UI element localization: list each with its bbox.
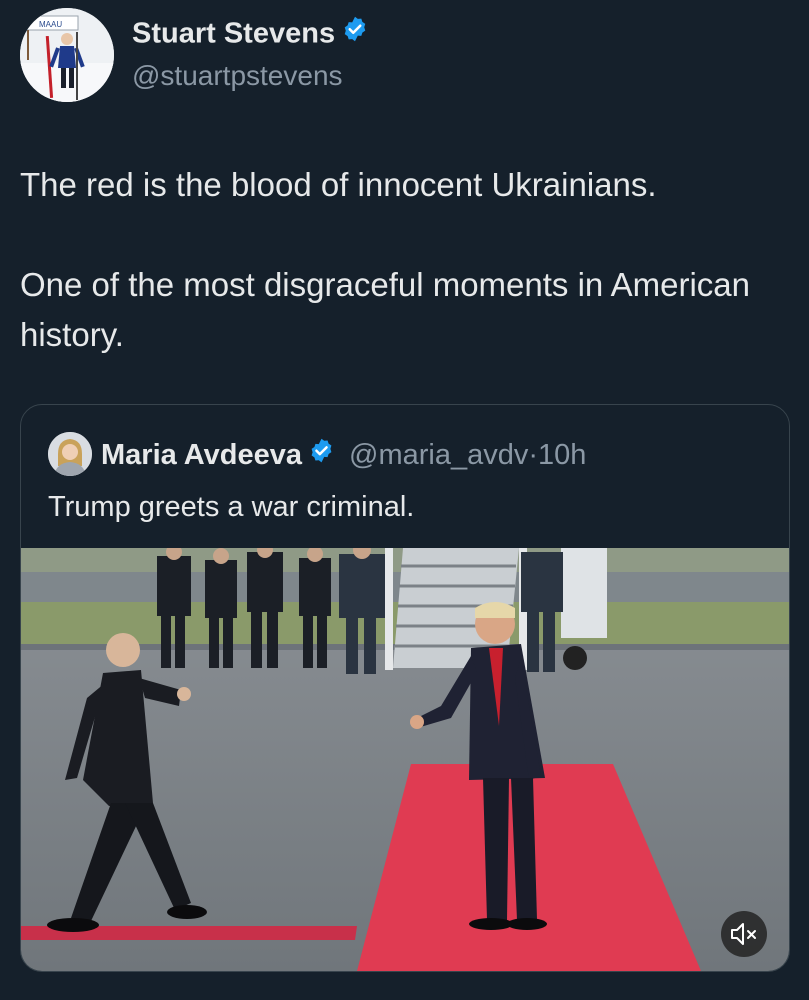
mute-button[interactable]: [721, 911, 767, 957]
tweet-text: The red is the blood of innocent Ukraini…: [20, 160, 790, 360]
author-handle[interactable]: @stuartpstevens: [132, 60, 343, 92]
profile-photo-woman-icon: [48, 432, 92, 476]
video-frame: [21, 541, 789, 971]
speaker-muted-icon: [731, 923, 756, 945]
quoted-author-name[interactable]: Maria Avdeeva: [101, 439, 302, 471]
quoted-tweet-header: Maria Avdeeva @maria_avdv·10h: [101, 437, 586, 474]
quoted-video[interactable]: [21, 541, 789, 971]
quoted-author-handle[interactable]: @maria_avdv: [349, 439, 528, 471]
quoted-tweet-card[interactable]: Maria Avdeeva @maria_avdv·10h Trump gree…: [20, 404, 790, 972]
author-name-text[interactable]: Stuart Stevens: [132, 18, 335, 50]
verified-badge-icon: [308, 437, 335, 472]
author-name[interactable]: Stuart Stevens: [132, 15, 369, 53]
profile-photo-skier-icon: MAAU: [20, 8, 114, 102]
tweet-text-paragraph: The red is the blood of innocent Ukraini…: [20, 166, 657, 203]
tweet-text-paragraph: One of the most disgraceful moments in A…: [20, 266, 750, 353]
author-avatar[interactable]: MAAU: [20, 8, 114, 102]
verified-badge-icon: [341, 15, 369, 51]
quoted-author-avatar[interactable]: [48, 432, 92, 476]
header-separator: ·: [528, 439, 539, 472]
quoted-tweet-text: Trump greets a war criminal.: [48, 491, 415, 523]
quoted-tweet-time[interactable]: 10h: [538, 439, 586, 471]
avatar-sign-text: MAAU: [39, 20, 62, 29]
